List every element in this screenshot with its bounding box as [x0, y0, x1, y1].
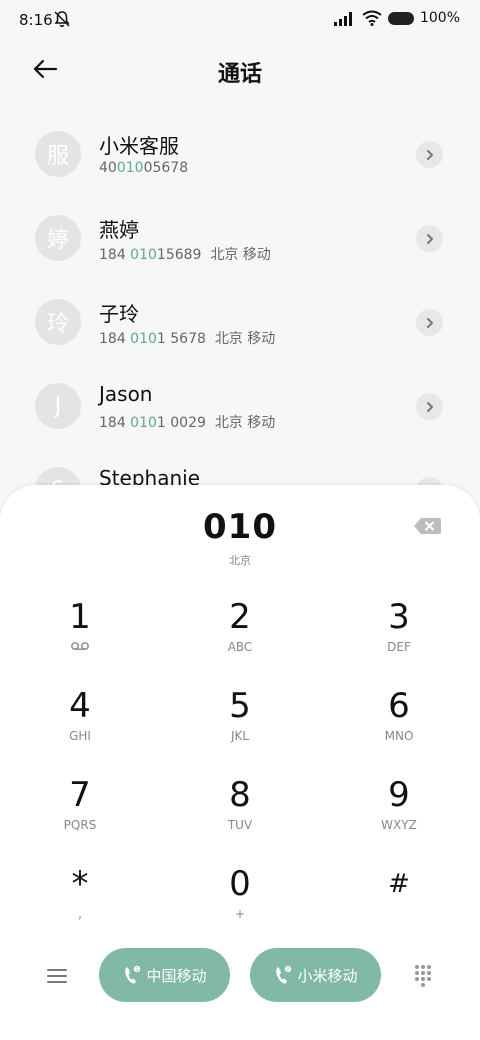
battery-icon: [387, 11, 414, 25]
key-digit: *: [71, 864, 89, 904]
key-digit: 0: [229, 864, 251, 904]
chevron-right-icon: [426, 233, 433, 244]
contact-row[interactable]: J Jason 184 0101 0029 北京 移动: [0, 364, 480, 448]
keypad-icon[interactable]: [413, 964, 433, 988]
key-star[interactable]: * ,: [15, 864, 145, 944]
key-4[interactable]: 4 GHI: [15, 686, 145, 766]
key-digit: 9: [388, 775, 410, 815]
contact-name: 小米客服: [99, 134, 179, 158]
avatar: 玲: [35, 299, 81, 345]
key-0[interactable]: 0 +: [175, 864, 305, 944]
avatar: 服: [35, 131, 81, 177]
status-time: 8:16: [19, 11, 53, 29]
contact-number: 184 0101 5678 北京 移动: [99, 331, 276, 347]
key-digit: 1: [69, 597, 91, 637]
key-2[interactable]: 2 ABC: [175, 597, 305, 677]
chevron-right-icon: [426, 317, 433, 328]
phone-sim-icon: 2: [276, 965, 292, 984]
menu-icon[interactable]: [45, 964, 69, 988]
contact-number: 184 01015689 北京 移动: [99, 247, 271, 263]
voicemail-icon: [71, 642, 89, 650]
key-digit: 5: [229, 686, 251, 726]
contact-detail-button[interactable]: [416, 309, 443, 336]
key-digit: 7: [69, 775, 91, 815]
contact-number: 184 0101 0029 北京 移动: [99, 415, 276, 431]
bell-off-icon: [54, 11, 70, 27]
contact-row[interactable]: 玲 子玲 184 0101 5678 北京 移动: [0, 280, 480, 364]
svg-text:2: 2: [287, 967, 290, 973]
key-digit: 2: [229, 597, 251, 637]
number-location: 北京: [229, 554, 251, 567]
battery-text: 100%: [419, 10, 460, 26]
key-digit: #: [388, 869, 410, 899]
avatar: J: [35, 383, 81, 429]
contact-name: 子玲: [99, 302, 139, 326]
contact-detail-button[interactable]: [416, 393, 443, 420]
call-sim1-button[interactable]: 1 中国移动: [99, 948, 230, 1002]
dialpad-panel: 010 北京 1 2 ABC 3 DEF 4 GHI 5 JKL 6 MNO 7…: [0, 485, 480, 1040]
key-letters: TUV: [227, 818, 253, 832]
contact-detail-button[interactable]: [416, 225, 443, 252]
signal-icon: [333, 12, 352, 26]
key-letters: WXYZ: [381, 818, 417, 832]
chevron-right-icon: [426, 149, 433, 160]
key-1[interactable]: 1: [15, 597, 145, 677]
avatar: 婷: [35, 215, 81, 261]
wifi-icon: [362, 10, 382, 26]
key-digit: 8: [229, 775, 251, 815]
key-8[interactable]: 8 TUV: [175, 775, 305, 855]
key-7[interactable]: 7 PQRS: [15, 775, 145, 855]
phone-sim-icon: 1: [125, 965, 141, 984]
contact-row[interactable]: 服 小米客服 4001005678: [0, 112, 480, 196]
call-sim2-label: 小米移动: [297, 966, 358, 985]
key-3[interactable]: 3 DEF: [334, 597, 464, 677]
key-6[interactable]: 6 MNO: [334, 686, 464, 766]
key-5[interactable]: 5 JKL: [175, 686, 305, 766]
key-letters: GHI: [69, 729, 91, 743]
key-digit: 6: [388, 686, 410, 726]
contact-detail-button[interactable]: [416, 141, 443, 168]
call-sim2-button[interactable]: 2 小米移动: [250, 948, 381, 1002]
header: 通话: [0, 44, 480, 96]
contact-row[interactable]: 婷 燕婷 184 01015689 北京 移动: [0, 196, 480, 280]
key-digit: 3: [388, 597, 410, 637]
key-hash[interactable]: #: [334, 864, 464, 944]
key-letters: ,: [78, 907, 82, 921]
dialed-number: 010: [203, 507, 277, 547]
key-letters: +: [234, 907, 246, 921]
key-letters: JKL: [230, 729, 250, 743]
key-letters: MNO: [384, 729, 414, 743]
chevron-right-icon: [426, 401, 433, 412]
backspace-icon[interactable]: [412, 515, 442, 537]
dialpad-actions: 1 中国移动 2 小米移动: [0, 948, 480, 1008]
key-digit: 4: [69, 686, 91, 726]
contact-number: 4001005678: [99, 160, 189, 176]
key-letters: DEF: [387, 640, 411, 654]
status-bar: 8:16 100%: [0, 0, 480, 40]
key-letters: ABC: [227, 640, 253, 654]
contact-name: Jason: [99, 382, 153, 406]
call-sim1-label: 中国移动: [146, 966, 207, 985]
page-title: 通话: [217, 62, 262, 87]
key-letters: PQRS: [63, 818, 97, 832]
status-icons: 100%: [333, 10, 460, 26]
key-9[interactable]: 9 WXYZ: [334, 775, 464, 855]
contact-name: 燕婷: [99, 218, 139, 242]
svg-text:1: 1: [136, 967, 139, 973]
